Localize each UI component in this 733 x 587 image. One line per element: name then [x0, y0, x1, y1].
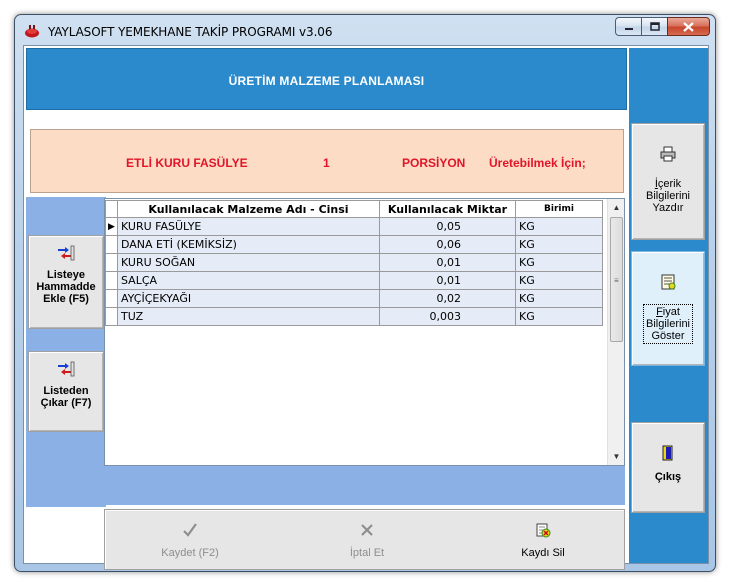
scroll-grip-icon: ≡ — [614, 276, 619, 285]
column-header-amount[interactable]: Kullanılacak Miktar — [379, 200, 516, 218]
table-row[interactable]: DANA ETİ (KEMİKSİZ) 0,06 KG — [105, 235, 603, 254]
scroll-up-arrow-icon[interactable]: ▲ — [608, 199, 625, 216]
ingredient-unit-cell[interactable]: KG — [515, 235, 603, 254]
close-icon — [683, 21, 694, 32]
price-list-icon — [661, 274, 676, 290]
app-window: YAYLASOFT YEMEKHANE TAKİP PROGRAMI v3.06… — [14, 14, 716, 572]
right-button-panel: İçerik Bilgilerini Yazdır Fiyat Bilgiler… — [629, 48, 708, 563]
production-info-panel: ETLİ KURU FASÜLYE 1 PORSİYON Üretebilmek… — [30, 129, 624, 193]
minimize-icon — [624, 27, 633, 30]
close-button[interactable] — [667, 17, 710, 36]
scroll-down-arrow-icon[interactable]: ▼ — [608, 448, 625, 465]
row-indicator-header — [105, 200, 118, 218]
page-title: ÜRETİM MALZEME PLANLAMASI — [228, 74, 425, 88]
window-title: YAYLASOFT YEMEKHANE TAKİP PROGRAMI v3.06 — [48, 25, 333, 39]
remove-from-list-label: Listeden Çıkar (F7) — [40, 385, 92, 409]
remove-from-list-button[interactable]: Listeden Çıkar (F7) — [28, 351, 104, 432]
client-area: ÜRETİM MALZEME PLANLAMASI ETLİ KURU FASÜ… — [23, 45, 709, 570]
table-row[interactable]: KURU SOĞAN 0,01 KG — [105, 253, 603, 272]
ingredient-amount-cell[interactable]: 0,05 — [379, 217, 516, 236]
print-contents-label: İçerik Bilgilerini Yazdır — [646, 178, 690, 214]
portion-unit: PORSİYON — [402, 156, 466, 170]
maximize-icon — [649, 22, 660, 31]
ingredient-name-cell[interactable]: DANA ETİ (KEMİKSİZ) — [117, 235, 380, 254]
print-contents-button[interactable]: İçerik Bilgilerini Yazdır — [631, 123, 705, 240]
table-row[interactable]: ▶ KURU FASÜLYE 0,05 KG — [105, 217, 603, 236]
table-row[interactable]: TUZ 0,003 KG — [105, 307, 603, 326]
exit-button[interactable]: Çıkış — [631, 422, 705, 513]
price-label-rest: iyat Bilgilerini Göster — [645, 306, 691, 342]
ingredient-name-cell[interactable]: TUZ — [117, 307, 380, 326]
add-to-list-button[interactable]: Listeye Hammadde Ekle (F5) — [28, 235, 104, 329]
ingredients-table: Kullanılacak Malzeme Adı - Cinsi Kullanı… — [105, 200, 603, 326]
portion-quantity: 1 — [323, 156, 330, 170]
current-row-indicator: ▶ — [105, 217, 118, 236]
exit-door-icon — [662, 445, 673, 461]
action-button-bar: Kaydet (F2) İptal Et Kaydı Sil — [104, 509, 625, 570]
exit-label: Çıkış — [654, 471, 682, 483]
printer-icon — [660, 146, 676, 162]
show-price-label: Fiyat Bilgilerini Göster — [642, 304, 694, 344]
row-indicator — [105, 253, 118, 272]
title-bar[interactable]: YAYLASOFT YEMEKHANE TAKİP PROGRAMI v3.06 — [15, 15, 715, 47]
ingredient-unit-cell[interactable]: KG — [515, 217, 603, 236]
cancel-button[interactable]: İptal Et — [312, 513, 422, 566]
scroll-thumb[interactable]: ≡ — [610, 217, 623, 342]
save-button[interactable]: Kaydet (F2) — [135, 513, 245, 566]
ingredient-name-cell[interactable]: SALÇA — [117, 271, 380, 290]
minimize-button[interactable] — [615, 17, 641, 36]
ingredient-amount-cell[interactable]: 0,01 — [379, 253, 516, 272]
ingredient-unit-cell[interactable]: KG — [515, 289, 603, 308]
ingredient-amount-cell[interactable]: 0,01 — [379, 271, 516, 290]
table-row[interactable]: AYÇİÇEKYAĞI 0,02 KG — [105, 289, 603, 308]
ingredients-grid[interactable]: Kullanılacak Malzeme Adı - Cinsi Kullanı… — [104, 198, 625, 466]
row-indicator — [105, 235, 118, 254]
print-label-rest: çerik Bilgilerini Yazdır — [645, 178, 691, 214]
row-indicator — [105, 307, 118, 326]
left-button-panel: Listeye Hammadde Ekle (F5) Listeden Çıka… — [26, 197, 106, 507]
table-row[interactable]: SALÇA 0,01 KG — [105, 271, 603, 290]
ingredient-unit-cell[interactable]: KG — [515, 253, 603, 272]
ingredient-unit-cell[interactable]: KG — [515, 307, 603, 326]
vertical-scrollbar[interactable]: ▲ ≡ ▼ — [607, 199, 624, 465]
product-name: ETLİ KURU FASÜLYE — [126, 156, 248, 170]
ingredient-name-cell[interactable]: KURU SOĞAN — [117, 253, 380, 272]
remove-ingredient-icon — [58, 361, 75, 377]
column-header-unit[interactable]: Birimi — [515, 200, 603, 218]
ingredient-amount-cell[interactable]: 0,003 — [379, 307, 516, 326]
header-panel: ÜRETİM MALZEME PLANLAMASI — [26, 48, 627, 110]
checkmark-icon — [183, 523, 197, 537]
delete-record-icon — [536, 523, 551, 538]
row-indicator — [105, 271, 118, 290]
cancel-label: İptal Et — [349, 547, 385, 559]
show-price-button[interactable]: Fiyat Bilgilerini Göster — [631, 251, 705, 366]
grid-header-row: Kullanılacak Malzeme Adı - Cinsi Kullanı… — [105, 200, 603, 218]
cancel-x-icon — [361, 524, 373, 536]
add-ingredient-icon — [58, 245, 75, 261]
save-label: Kaydet (F2) — [161, 547, 219, 559]
price-hotkey-letter: F — [656, 306, 663, 318]
info-suffix: Üretebilmek İçin; — [489, 156, 586, 170]
ingredient-name-cell[interactable]: KURU FASÜLYE — [117, 217, 380, 236]
app-logo-icon — [25, 25, 39, 38]
ingredient-unit-cell[interactable]: KG — [515, 271, 603, 290]
bottom-spacer-panel — [104, 466, 625, 505]
maximize-button[interactable] — [641, 17, 667, 36]
ingredient-name-cell[interactable]: AYÇİÇEKYAĞI — [117, 289, 380, 308]
ingredient-amount-cell[interactable]: 0,02 — [379, 289, 516, 308]
ingredient-amount-cell[interactable]: 0,06 — [379, 235, 516, 254]
caption-buttons — [615, 17, 710, 36]
delete-record-label: Kaydı Sil — [521, 547, 565, 559]
column-header-name[interactable]: Kullanılacak Malzeme Adı - Cinsi — [117, 200, 380, 218]
row-indicator — [105, 289, 118, 308]
add-to-list-label: Listeye Hammadde Ekle (F5) — [36, 269, 96, 305]
delete-record-button[interactable]: Kaydı Sil — [488, 513, 598, 566]
